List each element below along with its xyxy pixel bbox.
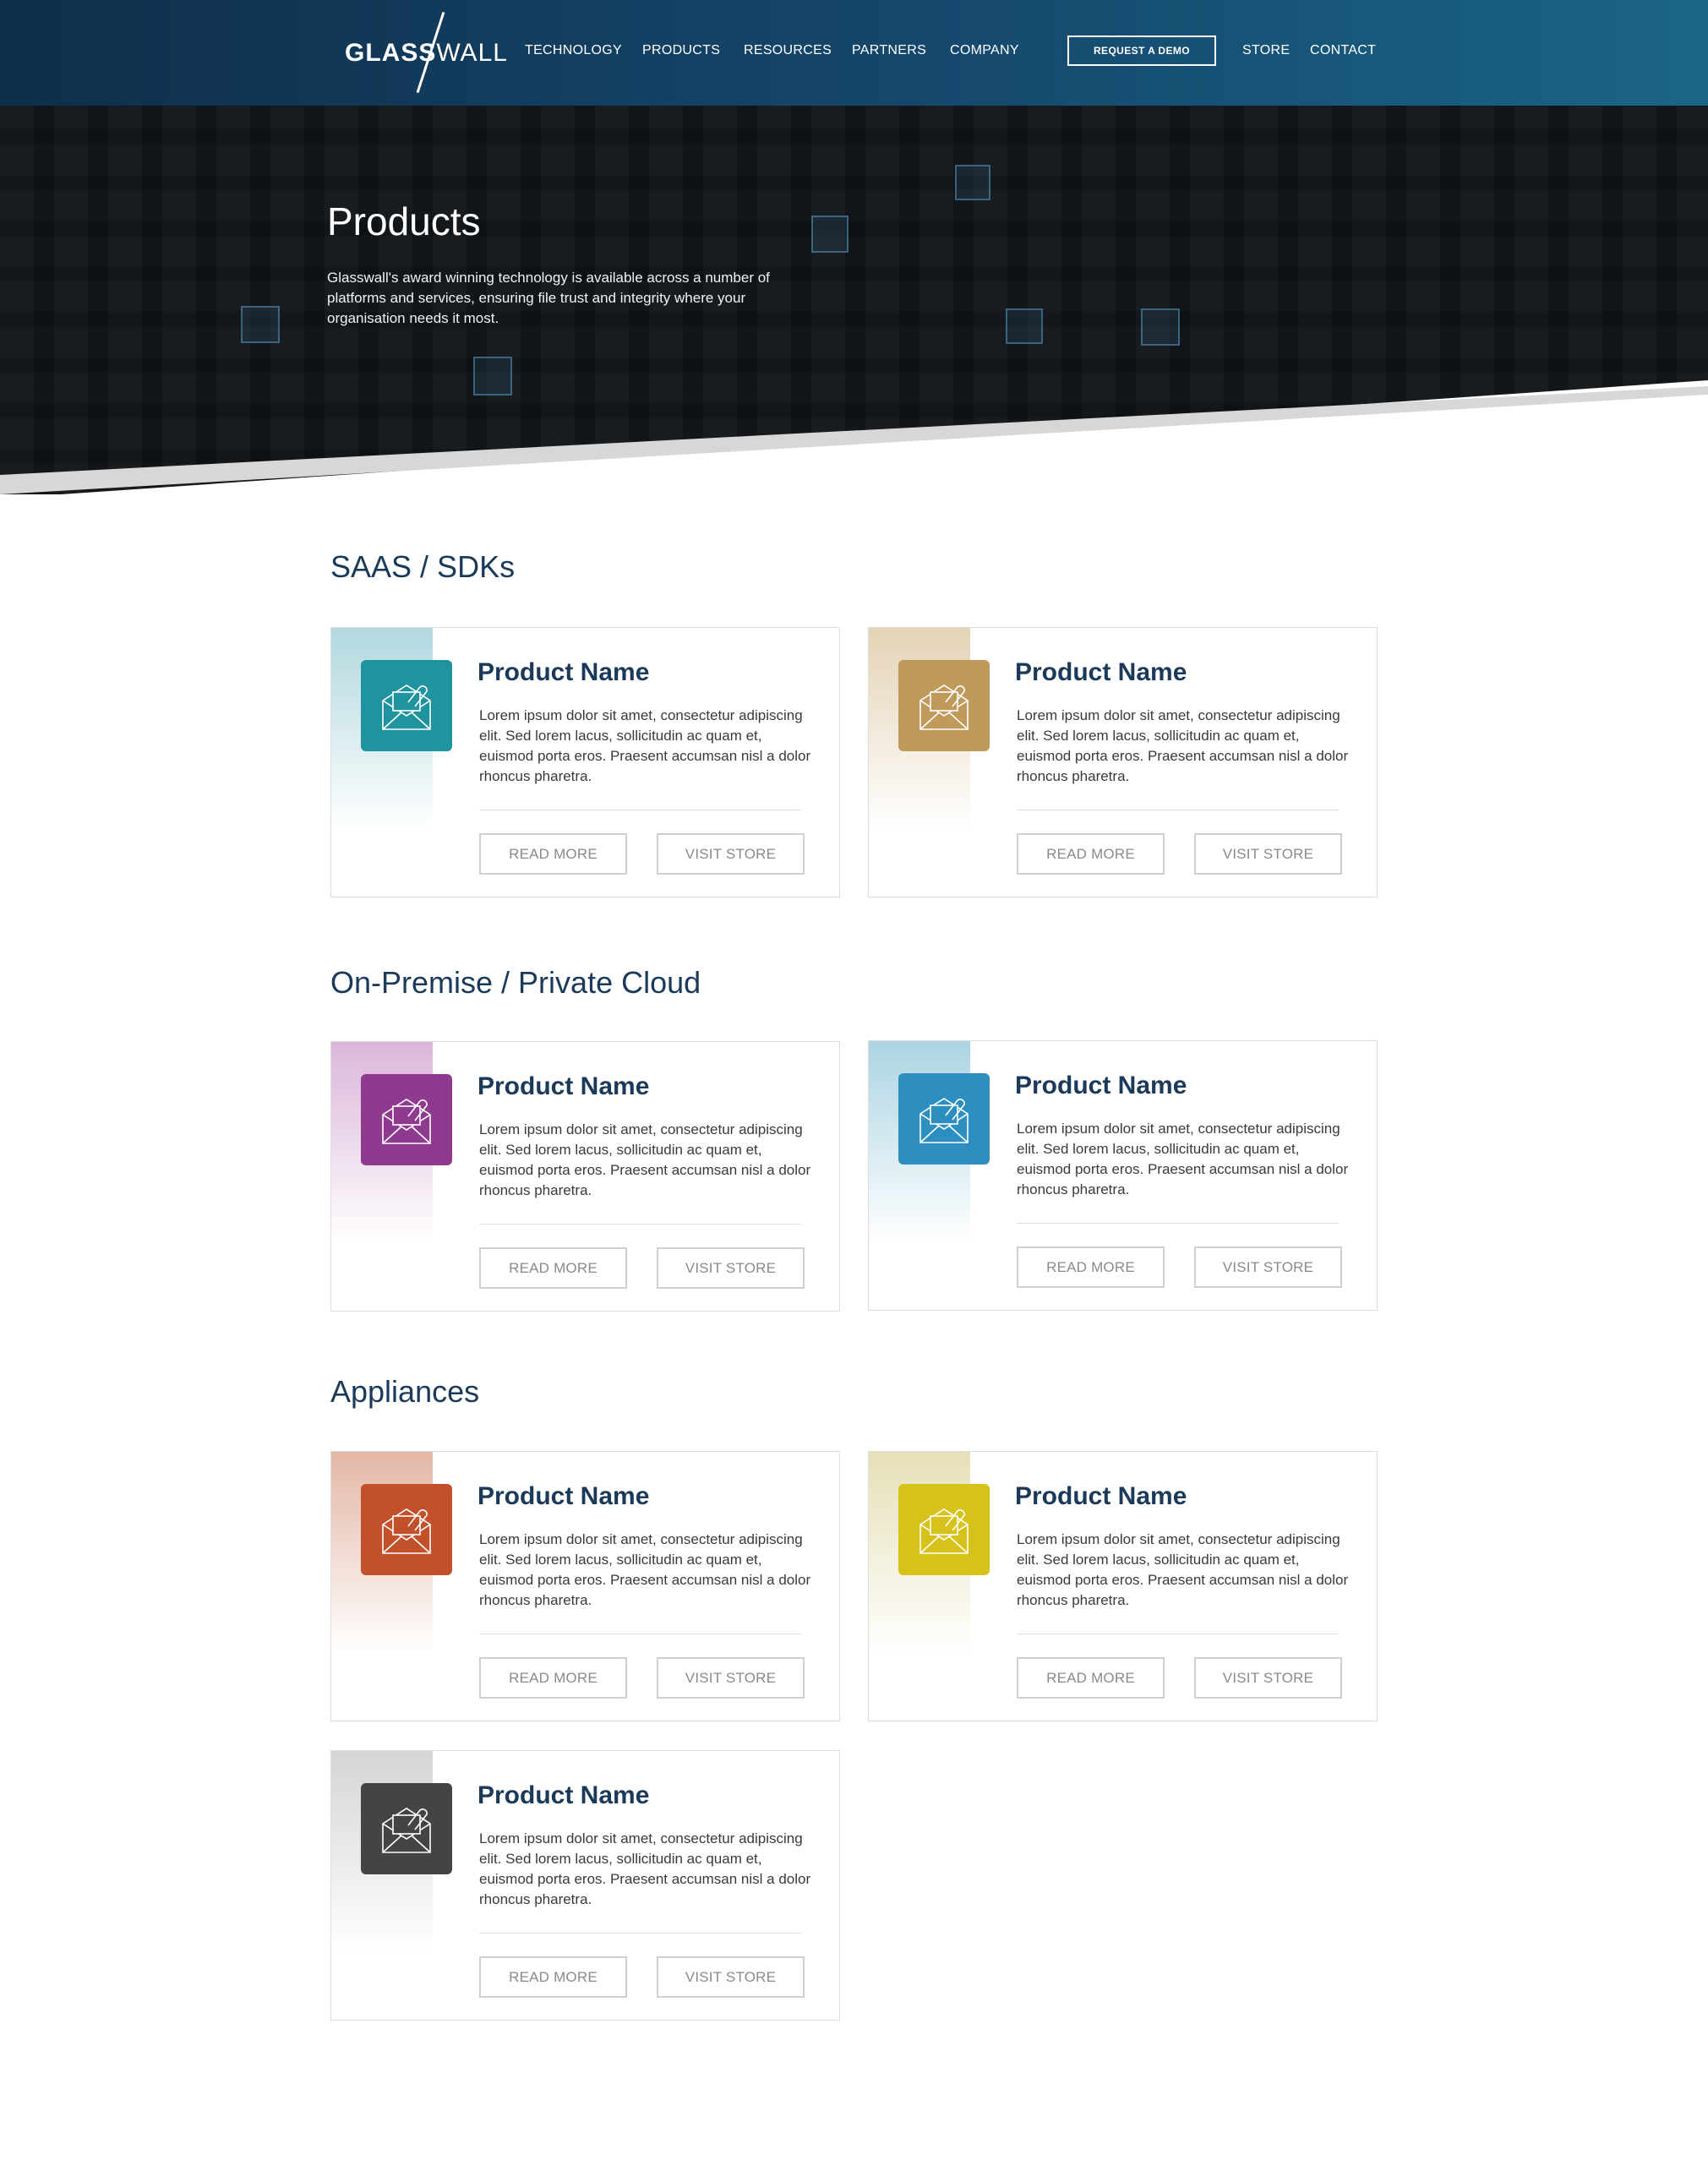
glasswall-logo[interactable]: GLASSWALL	[345, 7, 507, 95]
hero-bg-tile	[955, 165, 990, 200]
read-more-button[interactable]: READ MORE	[479, 1956, 627, 1998]
envelope-attachment-icon	[361, 1783, 452, 1874]
product-description: Lorem ipsum dolor sit amet, consectetur …	[1017, 1121, 1349, 1197]
product-name: Product Name	[1015, 1072, 1187, 1099]
product-description: Lorem ipsum dolor sit amet, consectetur …	[479, 1830, 811, 1907]
product-description: Lorem ipsum dolor sit amet, consectetur …	[1017, 1531, 1349, 1608]
product-card: Product Name Lorem ipsum dolor sit amet,…	[330, 1750, 840, 2021]
read-more-button[interactable]: READ MORE	[1017, 1657, 1165, 1699]
card-divider	[479, 1224, 801, 1225]
envelope-attachment-icon	[898, 660, 990, 751]
logo-wordmark-light: WALL	[436, 39, 508, 67]
hero-diagonal-divider	[0, 380, 1708, 499]
section-title-appliances: Appliances	[330, 1374, 480, 1409]
hero-bg-tile	[811, 215, 849, 253]
hero-bg-tile	[241, 306, 280, 343]
visit-store-button[interactable]: VISIT STORE	[657, 1247, 805, 1289]
product-card: Product Name Lorem ipsum dolor sit amet,…	[330, 627, 840, 897]
product-description: Lorem ipsum dolor sit amet, consectetur …	[1017, 707, 1349, 784]
read-more-button[interactable]: READ MORE	[479, 1657, 627, 1699]
section-title-on-premise: On-Premise / Private Cloud	[330, 965, 701, 1000]
page-title: Products	[327, 199, 481, 243]
nav-products[interactable]: PRODUCTS	[642, 42, 720, 59]
nav-store[interactable]: STORE	[1242, 42, 1290, 59]
visit-store-button[interactable]: VISIT STORE	[657, 833, 805, 875]
envelope-attachment-icon	[361, 1484, 452, 1575]
product-name: Product Name	[477, 658, 650, 686]
visit-store-button[interactable]: VISIT STORE	[657, 1956, 805, 1998]
product-card: Product Name Lorem ipsum dolor sit amet,…	[868, 627, 1378, 897]
product-name: Product Name	[477, 1781, 650, 1809]
product-name: Product Name	[477, 1482, 650, 1510]
product-name: Product Name	[477, 1072, 650, 1100]
section-title-saas: SAAS / SDKs	[330, 549, 516, 584]
visit-store-button[interactable]: VISIT STORE	[1194, 1246, 1342, 1288]
envelope-attachment-icon	[361, 660, 452, 751]
visit-store-button[interactable]: VISIT STORE	[657, 1657, 805, 1699]
product-description: Lorem ipsum dolor sit amet, consectetur …	[479, 707, 811, 784]
read-more-button[interactable]: READ MORE	[1017, 1246, 1165, 1288]
card-divider	[479, 1933, 801, 1934]
nav-contact[interactable]: CONTACT	[1310, 42, 1376, 59]
product-description: Lorem ipsum dolor sit amet, consectetur …	[479, 1531, 811, 1608]
product-description: Lorem ipsum dolor sit amet, consectetur …	[479, 1121, 811, 1198]
hero-bg-tile	[1006, 308, 1043, 344]
product-card: Product Name Lorem ipsum dolor sit amet,…	[868, 1451, 1378, 1721]
request-demo-button[interactable]: REQUEST A DEMO	[1067, 35, 1216, 66]
envelope-attachment-icon	[361, 1074, 452, 1165]
nav-technology[interactable]: TECHNOLOGY	[525, 42, 622, 59]
envelope-attachment-icon	[898, 1073, 990, 1165]
product-card: Product Name Lorem ipsum dolor sit amet,…	[330, 1451, 840, 1721]
hero-bg-tile	[1141, 308, 1180, 346]
nav-resources[interactable]: RESOURCES	[744, 42, 832, 59]
product-name: Product Name	[1015, 658, 1187, 686]
card-divider	[1017, 1223, 1339, 1224]
logo-wordmark-bold: GLASS	[345, 39, 437, 67]
read-more-button[interactable]: READ MORE	[479, 1247, 627, 1289]
read-more-button[interactable]: READ MORE	[479, 833, 627, 875]
product-card: Product Name Lorem ipsum dolor sit amet,…	[868, 1040, 1378, 1311]
product-name: Product Name	[1015, 1482, 1187, 1510]
visit-store-button[interactable]: VISIT STORE	[1194, 833, 1342, 875]
nav-company[interactable]: COMPANY	[950, 42, 1019, 59]
nav-partners[interactable]: PARTNERS	[852, 42, 926, 59]
envelope-attachment-icon	[898, 1484, 990, 1575]
hero-description: Glasswall's award winning technology is …	[327, 270, 770, 326]
visit-store-button[interactable]: VISIT STORE	[1194, 1657, 1342, 1699]
top-nav-bar: GLASSWALL TECHNOLOGY PRODUCTS RESOURCES …	[0, 0, 1708, 106]
product-card: Product Name Lorem ipsum dolor sit amet,…	[330, 1041, 840, 1312]
read-more-button[interactable]: READ MORE	[1017, 833, 1165, 875]
